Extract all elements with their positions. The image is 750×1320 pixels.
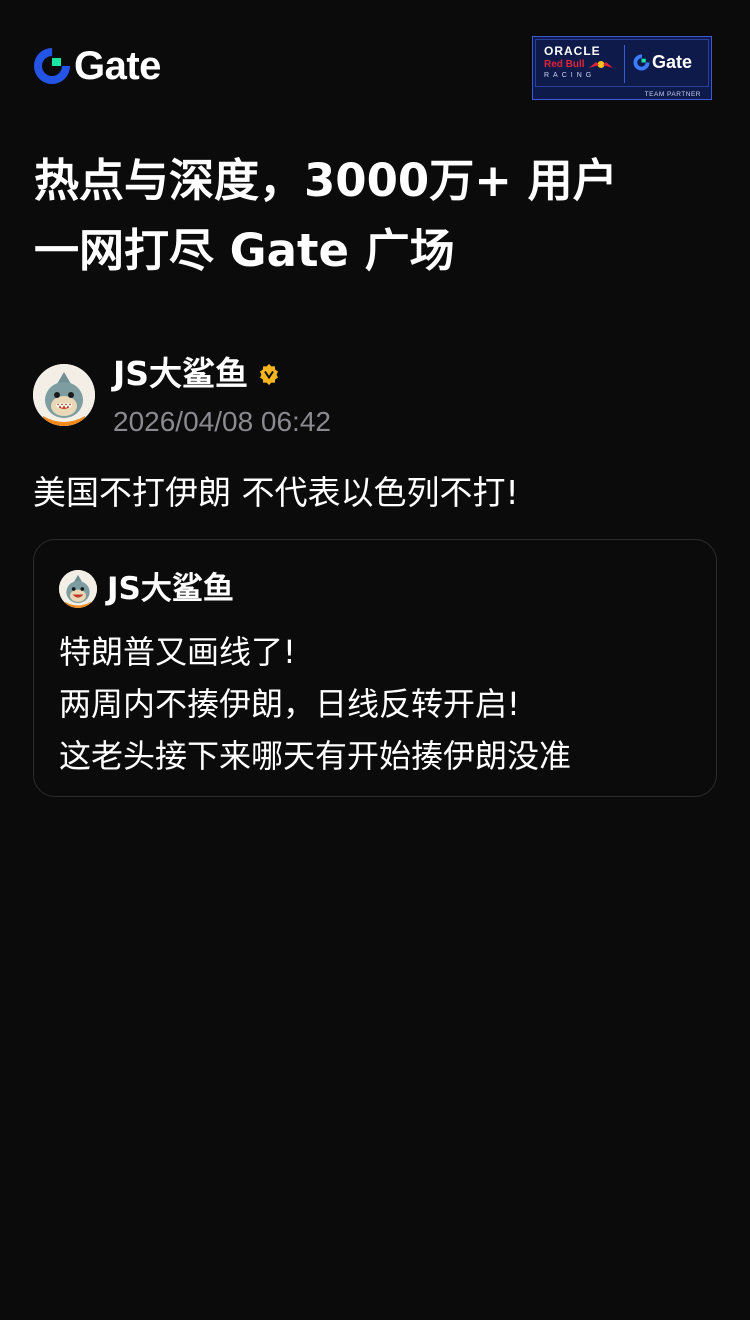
gate-logo-small-icon: [633, 54, 650, 71]
logo-text: Gate: [74, 44, 161, 88]
quoted-line-2: 两周内不揍伊朗，日线反转开启!: [59, 685, 520, 723]
quoted-post-card[interactable]: JS大鲨鱼 特朗普又画线了! 两周内不揍伊朗，日线反转开启! 这老头接下来哪天有…: [33, 539, 717, 797]
gate-logo[interactable]: Gate: [34, 46, 161, 86]
gate-logo-icon: [34, 48, 70, 84]
badge-gate-text: Gate: [652, 52, 693, 72]
shark-avatar-icon: [33, 364, 95, 426]
badge-oracle-text: ORACLE: [544, 44, 601, 58]
redbull-icon: [588, 61, 613, 68]
post-body-text: 美国不打伊朗 不代表以色列不打!: [33, 473, 519, 512]
quoted-author-name[interactable]: JS大鲨鱼: [107, 569, 234, 609]
app-header: Gate ORACLE Red Bull RACING Gate TEAM PA…: [0, 0, 750, 110]
shark-avatar-small-icon: [59, 570, 97, 608]
quoted-post-text: 特朗普又画线了! 两周内不揍伊朗，日线反转开启! 这老头接下来哪天有开始揍伊朗没…: [59, 626, 571, 782]
quoted-author-avatar[interactable]: [59, 570, 97, 608]
headline-line-1: 热点与深度，3000万+ 用户: [34, 154, 618, 207]
promo-headline: 热点与深度，3000万+ 用户 一网打尽 Gate 广场: [34, 146, 724, 286]
verified-badge-icon: [260, 364, 279, 385]
post-timestamp: 2026/04/08 06:42: [113, 406, 331, 437]
badge-gate-brand: Gate: [633, 52, 692, 73]
badge-divider: [624, 45, 625, 83]
badge-redbull-text: Red Bull: [544, 59, 614, 70]
badge-team-partner-text: TEAM PARTNER: [644, 91, 701, 98]
team-partner-badge: ORACLE Red Bull RACING Gate TEAM PARTNER: [532, 36, 712, 100]
badge-redbull-label: Red Bull: [544, 59, 585, 70]
badge-racing-text: RACING: [544, 72, 596, 79]
author-avatar[interactable]: [33, 364, 95, 426]
author-name[interactable]: JS大鲨鱼: [113, 354, 280, 394]
quoted-line-1: 特朗普又画线了!: [59, 633, 296, 671]
headline-line-2: 一网打尽 Gate 广场: [34, 224, 455, 277]
quoted-line-3: 这老头接下来哪天有开始揍伊朗没准: [59, 737, 572, 775]
author-name-text: JS大鲨鱼: [113, 354, 249, 393]
